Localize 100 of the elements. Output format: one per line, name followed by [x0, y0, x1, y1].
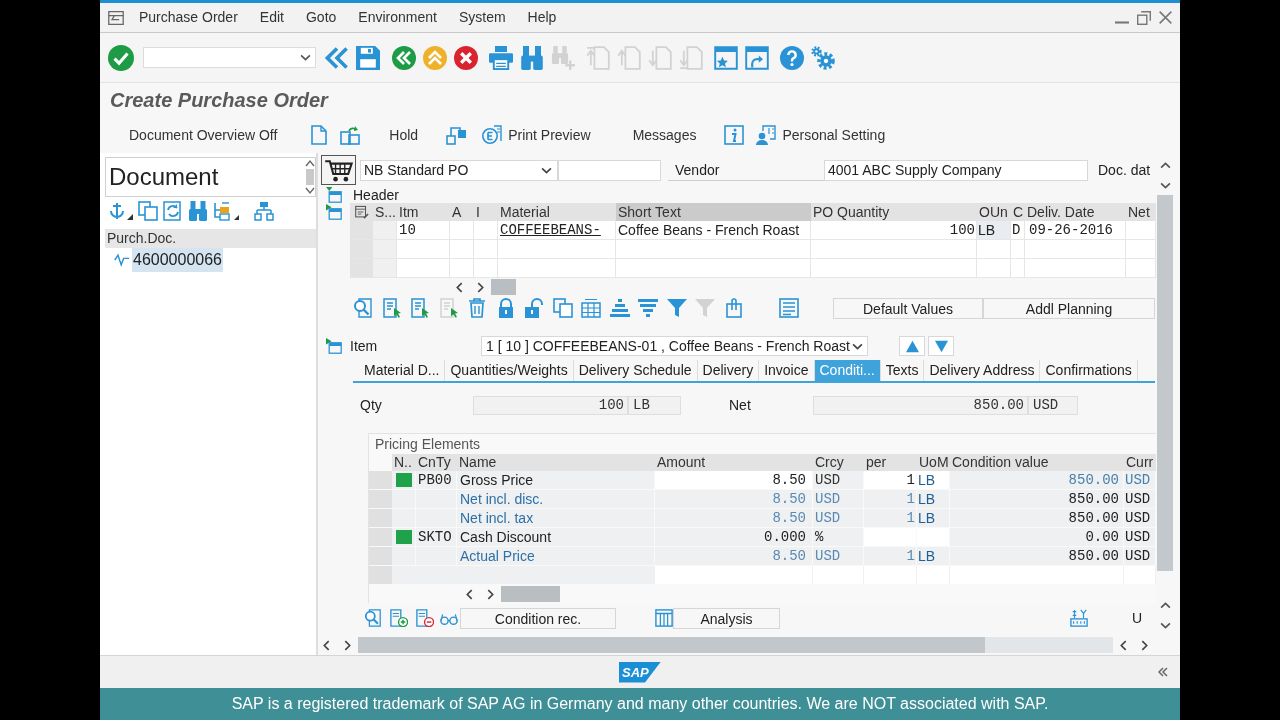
tab[interactable]: Invoice [759, 360, 815, 381]
personal-setting-button[interactable]: Personal Setting [748, 122, 894, 148]
document-type-dropdown[interactable]: NB Standard PO [360, 159, 558, 181]
toolbar-button[interactable]: Analysis [673, 607, 780, 629]
refresh-icon[interactable] [163, 201, 183, 221]
tab[interactable]: Delivery Address [924, 360, 1041, 381]
add-row-icon[interactable] [390, 609, 408, 627]
tree-icon[interactable] [213, 201, 239, 221]
scroll-up-icon[interactable] [1159, 602, 1171, 609]
scrollbar[interactable] [501, 586, 560, 602]
tab[interactable]: Material D... [359, 360, 446, 381]
previous-item-button[interactable] [899, 336, 925, 356]
scroll-right-icon[interactable] [477, 281, 484, 293]
next-item-button[interactable] [928, 336, 954, 356]
menu-icon[interactable] [108, 9, 124, 26]
scroll-right-icon[interactable] [487, 588, 494, 600]
scroll-up-icon[interactable] [1159, 162, 1171, 169]
document-overview-button[interactable]: Document Overview Off [121, 122, 286, 148]
chevron-down-icon[interactable] [852, 342, 863, 350]
toolbar-button[interactable]: Condition rec. [460, 607, 616, 629]
print-preview-button[interactable]: Print Preview [474, 122, 599, 148]
restore-icon[interactable] [1137, 10, 1151, 25]
clipboard-icon[interactable] [723, 298, 744, 318]
scroll-left-icon[interactable] [466, 588, 473, 600]
double-chevron-left-icon[interactable] [1158, 667, 1168, 677]
tab[interactable]: Delivery [697, 360, 760, 381]
column-header[interactable]: I [474, 203, 498, 221]
document-search-icon[interactable] [353, 298, 373, 318]
binoculars-icon[interactable] [520, 45, 544, 70]
info-icon[interactable] [724, 125, 745, 145]
expand-icon[interactable] [326, 187, 342, 203]
print-icon[interactable] [489, 45, 513, 70]
menu-item[interactable]: Edit [259, 7, 284, 28]
column-header[interactable]: N.. [392, 454, 416, 471]
column-header[interactable]: Condition value [950, 454, 1124, 471]
anchor-icon[interactable] [107, 201, 133, 221]
double-chevron-up-icon[interactable] [423, 45, 447, 70]
column-header[interactable]: Deliv. Date [1025, 203, 1126, 221]
column-header[interactable]: CnTy [416, 454, 457, 471]
vendor-field[interactable]: 4001 ABC Supply Company [824, 159, 1088, 181]
save-icon[interactable] [356, 45, 380, 70]
column-header[interactable]: S... [373, 203, 397, 221]
scroll-left-icon[interactable] [1120, 639, 1127, 651]
settings-icon[interactable] [811, 45, 835, 70]
scrollbar[interactable] [305, 158, 315, 196]
unlock-icon[interactable] [524, 298, 544, 318]
toolbar-button[interactable]: U [1132, 607, 1146, 629]
remove-row-icon[interactable] [416, 609, 434, 627]
document-cursor-icon[interactable] [381, 298, 402, 318]
column-header[interactable]: per [864, 454, 917, 471]
minimize-icon[interactable] [1115, 21, 1129, 24]
document-cursor-icon[interactable] [410, 298, 430, 318]
delete-icon[interactable] [467, 298, 487, 318]
column-header[interactable]: Name [457, 454, 655, 471]
hierarchy-icon[interactable] [446, 125, 467, 145]
help-icon[interactable] [780, 45, 804, 70]
column-header[interactable]: UoM [917, 454, 950, 471]
currency-icon[interactable] [1070, 609, 1088, 627]
scrollbar[interactable] [358, 637, 1113, 653]
scroll-right-icon[interactable] [344, 639, 351, 651]
new-document-icon[interactable] [309, 125, 330, 145]
copy-icon[interactable] [552, 298, 573, 318]
scroll-down-icon[interactable] [1159, 622, 1171, 629]
table-columns-icon[interactable] [655, 609, 673, 627]
column-header[interactable]: Itm [397, 203, 450, 221]
scrollbar[interactable] [1157, 195, 1173, 571]
print-preview-icon[interactable] [482, 125, 503, 145]
copy-document-icon[interactable] [340, 125, 361, 145]
menu-item[interactable]: System [458, 7, 506, 28]
hold-button[interactable]: Hold [381, 122, 427, 148]
column-header[interactable]: Crcy [813, 454, 864, 471]
menu-item[interactable]: Help [527, 7, 557, 28]
menu-item[interactable]: Purchase Order [139, 7, 238, 28]
expand-icon[interactable] [326, 204, 342, 220]
tab[interactable]: Texts [880, 360, 925, 381]
scroll-right-icon[interactable] [1141, 639, 1148, 651]
close-icon[interactable] [1159, 11, 1172, 24]
column-header[interactable]: Material [498, 203, 616, 221]
expand-icon[interactable] [326, 338, 342, 354]
toolbar-button[interactable]: Default Values [833, 297, 983, 319]
input-field[interactable] [558, 159, 661, 181]
column-header[interactable]: OUn [977, 203, 1011, 221]
column-header[interactable]: A [450, 203, 474, 221]
tab[interactable]: Confirmations [1040, 360, 1138, 381]
cancel-icon[interactable] [454, 45, 478, 70]
list-icon[interactable] [779, 298, 799, 318]
scrollbar[interactable] [491, 279, 516, 295]
tree-item[interactable]: 4600000066 [132, 248, 223, 272]
column-header[interactable]: PO Quantity [811, 203, 977, 221]
sort-ascending-icon[interactable] [609, 298, 630, 318]
column-header[interactable]: C [1011, 203, 1025, 221]
double-chevron-left-icon[interactable] [325, 45, 349, 70]
scroll-down-icon[interactable] [1159, 182, 1171, 189]
column-header[interactable]: Curr [1124, 454, 1156, 471]
check-icon[interactable] [108, 44, 134, 71]
filter-icon[interactable] [666, 298, 687, 318]
toolbar-button[interactable]: Addl Planning [983, 297, 1155, 319]
column-header[interactable]: Net [1126, 203, 1156, 221]
command-field[interactable] [143, 47, 316, 68]
copy-icon[interactable] [138, 201, 158, 221]
